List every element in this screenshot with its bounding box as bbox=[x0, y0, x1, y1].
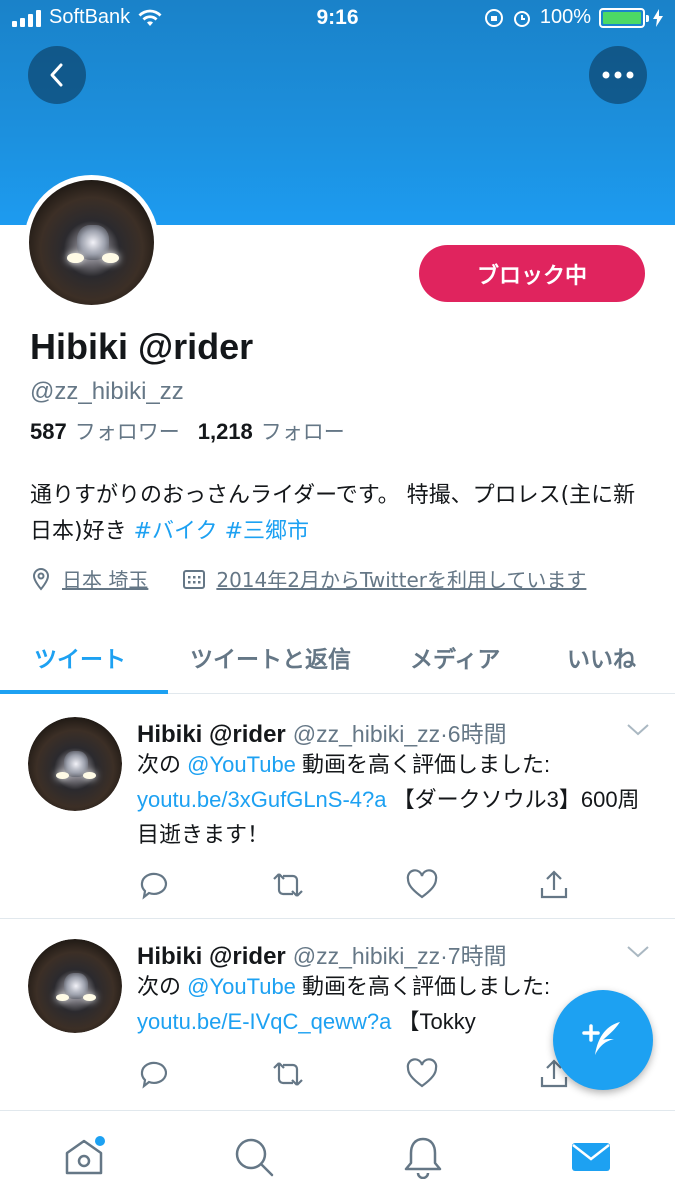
joined-text: 2014年2月からTwitterを利用しています bbox=[216, 568, 587, 592]
following-link[interactable]: 1,218 フォロー bbox=[198, 416, 345, 446]
bio-text: 通りすがりのおっさんライダーです。 特撮、プロレス(主に新日本)好き bbox=[30, 483, 636, 544]
tweet-text-prefix: 次の bbox=[137, 974, 188, 999]
status-bar: SoftBank 9:16 100% bbox=[0, 0, 675, 38]
compose-icon bbox=[582, 1022, 620, 1055]
tweet-text-mid: 動画を高く評価しました: bbox=[295, 974, 551, 999]
profile-meta: 日本 埼玉 2014年2月からTwitterを利用しています bbox=[30, 564, 586, 593]
more-icon bbox=[602, 71, 634, 79]
follow-counts: 587 フォロワー 1,218 フォロー bbox=[30, 416, 345, 446]
retweet-icon[interactable] bbox=[271, 868, 305, 902]
tweet-header: Hibiki @rider @zz_hibiki_zz·6時間 bbox=[137, 721, 507, 748]
location-text[interactable]: 日本 埼玉 bbox=[62, 564, 148, 593]
profile-tabs: ツイート ツイートと返信 メディア いいね bbox=[0, 620, 675, 694]
tweet-link[interactable]: youtu.be/3xGufGLnS-4?a bbox=[137, 787, 387, 812]
tweet-item[interactable]: Hibiki @rider @zz_hibiki_zz·6時間 次の @YouT… bbox=[0, 695, 675, 919]
retweet-icon[interactable] bbox=[271, 1057, 305, 1091]
hashtag-misato[interactable]: #三郷市 bbox=[225, 519, 309, 544]
charging-icon bbox=[653, 8, 663, 27]
tweet-text-mid: 動画を高く評価しました: bbox=[295, 752, 551, 777]
blocked-button[interactable]: ブロック中 bbox=[419, 245, 645, 302]
search-icon[interactable] bbox=[232, 1135, 276, 1179]
tab-tweets[interactable]: ツイート bbox=[34, 640, 126, 674]
tweet-author-handle: @zz_hibiki_zz bbox=[292, 721, 441, 747]
tweet-mention[interactable]: @YouTube bbox=[187, 752, 296, 777]
calendar-icon bbox=[183, 569, 206, 589]
notifications-icon[interactable] bbox=[401, 1135, 445, 1179]
profile-avatar[interactable] bbox=[24, 175, 159, 310]
tweet-header: Hibiki @rider @zz_hibiki_zz·7時間 bbox=[137, 943, 507, 970]
tab-media[interactable]: メディア bbox=[410, 640, 500, 674]
battery-percent: 100% bbox=[539, 6, 591, 28]
tweet-text: 次の @YouTube 動画を高く評価しました: youtu.be/3xGufG… bbox=[137, 747, 657, 852]
home-icon[interactable] bbox=[62, 1135, 106, 1179]
tweet-link[interactable]: youtu.be/E-IVqC_qeww?a bbox=[137, 1009, 391, 1034]
battery-icon bbox=[599, 7, 649, 28]
tweet-text-prefix: 次の bbox=[137, 752, 188, 777]
tweet-avatar[interactable] bbox=[28, 717, 122, 811]
tweet-actions bbox=[137, 868, 568, 902]
tab-likes[interactable]: いいね bbox=[567, 640, 636, 674]
rotation-lock-icon bbox=[484, 8, 503, 27]
messages-icon[interactable] bbox=[569, 1135, 613, 1179]
chevron-down-icon[interactable] bbox=[626, 723, 650, 737]
active-tab-indicator bbox=[0, 690, 168, 694]
tweet-avatar[interactable] bbox=[28, 939, 122, 1033]
like-icon[interactable] bbox=[405, 1057, 439, 1091]
tweet-text-suffix: 【Tokky bbox=[391, 1009, 476, 1034]
reply-icon[interactable] bbox=[137, 1057, 171, 1091]
location-icon bbox=[32, 567, 50, 591]
tweet-mention[interactable]: @YouTube bbox=[187, 974, 296, 999]
chevron-down-icon[interactable] bbox=[626, 945, 650, 959]
tweet-author-name[interactable]: Hibiki @rider bbox=[137, 943, 286, 970]
alarm-icon bbox=[513, 10, 530, 27]
followers-count: 587 bbox=[30, 419, 67, 444]
back-icon bbox=[50, 63, 63, 87]
tweet-actions bbox=[137, 1057, 568, 1091]
share-icon[interactable] bbox=[537, 868, 571, 902]
followers-link[interactable]: 587 フォロワー bbox=[30, 416, 180, 446]
tab-tweets-replies[interactable]: ツイートと返信 bbox=[190, 640, 351, 674]
profile-handle: @zz_hibiki_zz bbox=[30, 378, 184, 405]
hashtag-bike[interactable]: #バイク bbox=[134, 519, 218, 544]
profile-bio: 通りすがりのおっさんライダーです。 特撮、プロレス(主に新日本)好き #バイク … bbox=[30, 478, 650, 550]
tweet-time: 6時間 bbox=[447, 721, 507, 747]
tweet-author-handle: @zz_hibiki_zz bbox=[292, 943, 441, 969]
back-button[interactable] bbox=[28, 46, 86, 104]
compose-tweet-button[interactable] bbox=[553, 990, 653, 1090]
following-count: 1,218 bbox=[197, 419, 253, 444]
like-icon[interactable] bbox=[405, 868, 439, 902]
following-label: フォロー bbox=[260, 420, 345, 444]
reply-icon[interactable] bbox=[137, 868, 171, 902]
bottom-nav bbox=[0, 1110, 675, 1200]
more-button[interactable] bbox=[589, 46, 647, 104]
profile-name: Hibiki @rider bbox=[30, 326, 254, 367]
tweet-author-name[interactable]: Hibiki @rider bbox=[137, 721, 286, 748]
followers-label: フォロワー bbox=[74, 420, 180, 444]
tweet-time: 7時間 bbox=[447, 943, 507, 969]
